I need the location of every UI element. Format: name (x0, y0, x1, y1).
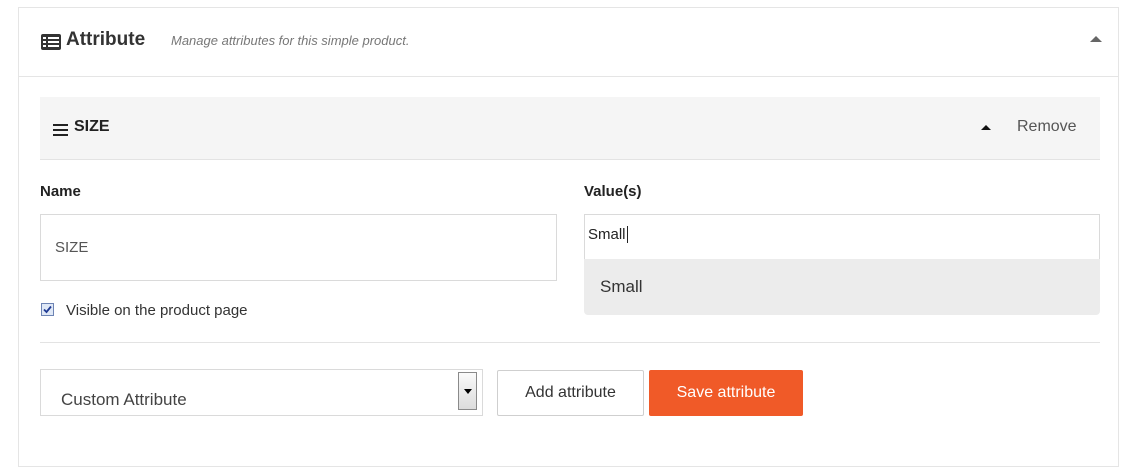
panel-title: Attribute (66, 29, 146, 50)
remove-attribute-link[interactable]: Remove (1017, 118, 1077, 136)
attribute-values-input[interactable]: Small (584, 214, 1100, 259)
text-cursor (627, 226, 628, 243)
values-suggestion-dropdown: Small (584, 259, 1100, 315)
select-dropdown-arrow-button[interactable] (458, 372, 477, 410)
name-label: Name (40, 183, 81, 200)
attribute-type-select[interactable]: Custom Attribute (40, 369, 483, 416)
visible-checkbox[interactable] (41, 303, 54, 316)
caret-up-icon[interactable] (981, 125, 991, 130)
save-attribute-button[interactable]: Save attribute (649, 370, 803, 416)
add-attribute-button[interactable]: Add attribute (497, 370, 644, 416)
attribute-panel: Attribute Manage attributes for this sim… (18, 7, 1119, 467)
values-input-text: Small (588, 226, 626, 243)
attribute-title: SIZE (74, 118, 110, 135)
bars-icon[interactable] (53, 123, 69, 136)
visible-checkbox-label[interactable]: Visible on the product page (66, 302, 248, 319)
attribute-name-input[interactable] (40, 214, 557, 281)
list-alt-icon (40, 33, 62, 51)
chevron-down-icon (464, 389, 472, 394)
caret-up-icon[interactable] (1090, 36, 1102, 42)
attribute-bar: SIZE Remove (40, 97, 1100, 160)
divider (40, 342, 1100, 343)
panel-header: Attribute Manage attributes for this sim… (19, 8, 1118, 77)
values-label: Value(s) (584, 183, 642, 200)
suggestion-item[interactable]: Small (600, 277, 643, 297)
panel-subtitle: Manage attributes for this simple produc… (171, 33, 410, 48)
attribute-type-select-value: Custom Attribute (61, 390, 187, 409)
